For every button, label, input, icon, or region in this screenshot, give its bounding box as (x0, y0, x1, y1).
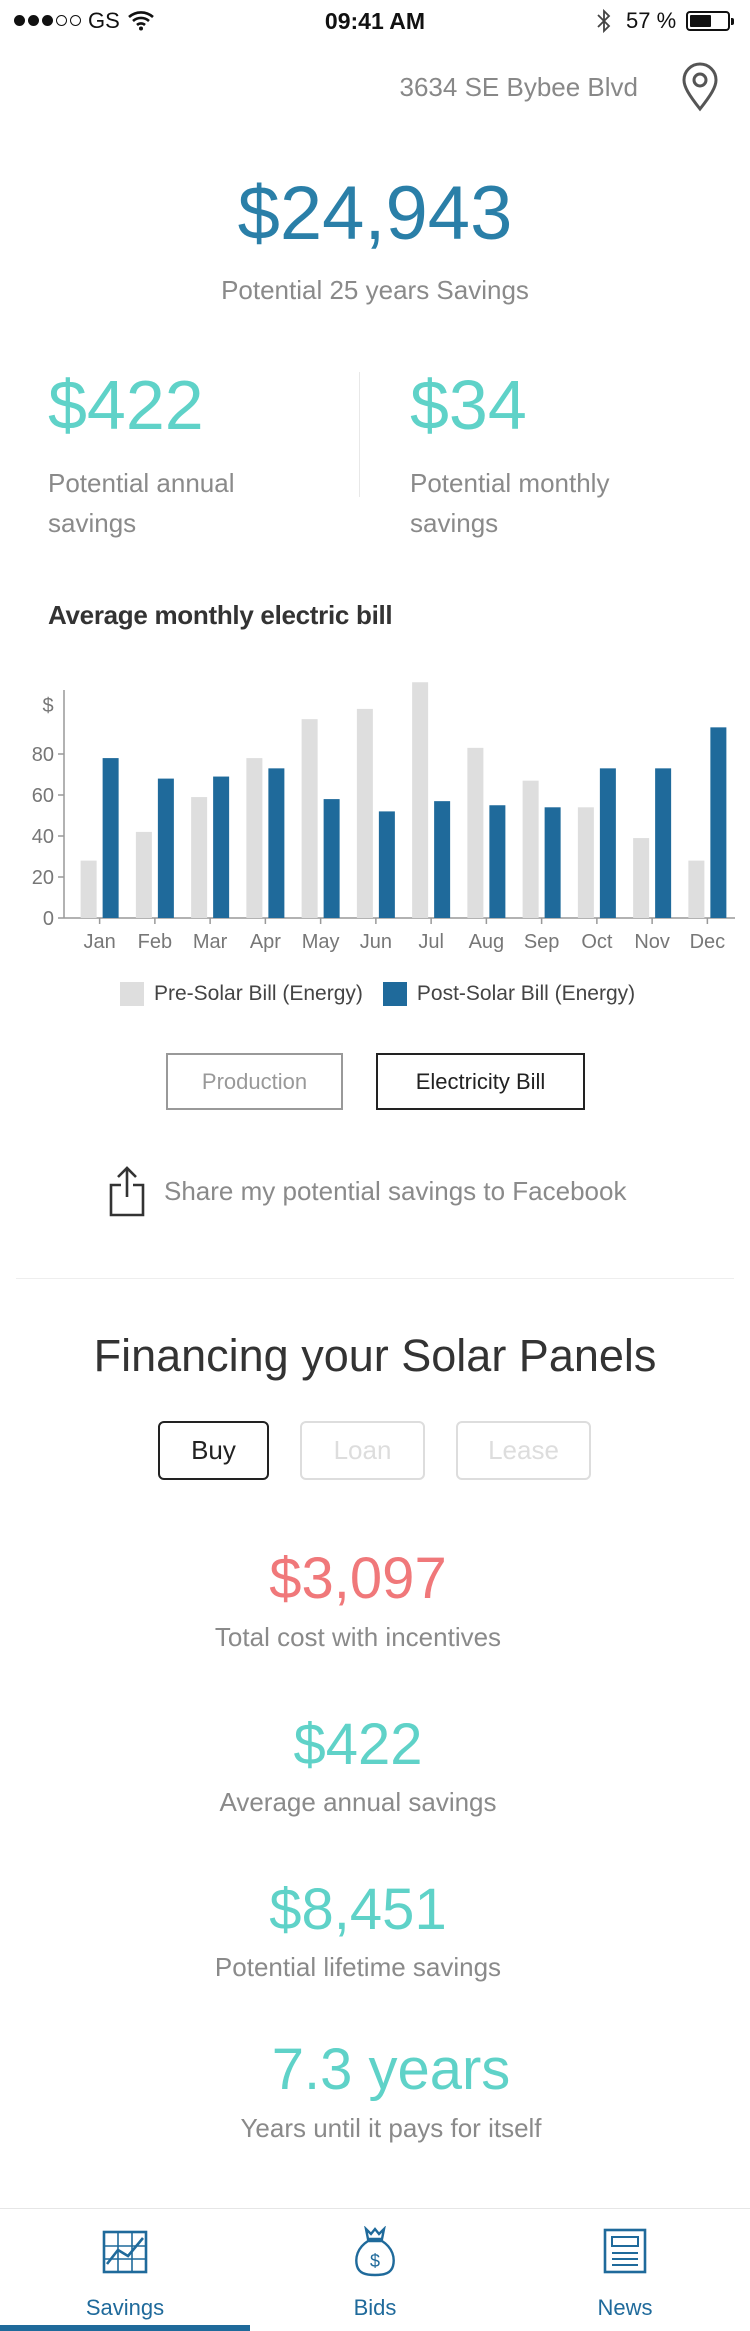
bar-post-solar (268, 768, 285, 918)
bar-post-solar (599, 768, 616, 918)
y-tick-label: 40 (32, 826, 54, 848)
production-button[interactable]: Production (166, 1053, 343, 1110)
monthly-savings-label: Potential monthly savings (410, 468, 610, 538)
bar-post-solar (102, 758, 119, 918)
x-tick-label: Oct (581, 931, 613, 953)
location-pin-icon[interactable] (680, 62, 720, 112)
bar-pre-solar (467, 747, 484, 918)
y-tick-label: 20 (32, 867, 54, 889)
bar-post-solar (710, 727, 727, 918)
x-tick-label: Sep (524, 931, 560, 953)
bar-pre-solar (577, 807, 594, 918)
payback-period-value: 7.3 years (271, 2037, 511, 2102)
y-tick-label: 60 (32, 785, 54, 807)
x-tick-label: Apr (250, 931, 281, 953)
bar-post-solar (489, 805, 506, 918)
monthly-savings-value: $34 (410, 366, 527, 444)
monthly-bill-chart: $0 20 40 60 80 Jan Feb Mar Apr May Jun Jul Aug Sep Oct… (32, 682, 735, 953)
y-tick-label: 0 (43, 908, 54, 930)
address-label: 3634 SE Bybee Blvd (399, 72, 639, 102)
bar-pre-solar (688, 860, 705, 918)
tab-savings-label: Savings (85, 2295, 165, 2320)
lifetime-savings-label: Potential lifetime savings (214, 1952, 502, 1982)
electricity-bill-button[interactable]: Electricity Bill (376, 1053, 585, 1110)
bar-post-solar (655, 768, 672, 918)
chart-title: Average monthly electric bill (48, 600, 393, 630)
tab-savings[interactable]: Savings (0, 2209, 250, 2331)
x-tick-label: Jan (84, 931, 116, 953)
tab-news[interactable]: News (500, 2209, 750, 2331)
loan-option-button[interactable]: Loan (300, 1421, 425, 1480)
x-tick-label: Feb (138, 931, 172, 953)
newspaper-icon (603, 2228, 647, 2274)
bar-pre-solar (356, 708, 373, 918)
bar-pre-solar (412, 682, 429, 918)
total-cost-value: $3,097 (269, 1546, 447, 1611)
average-annual-savings-value: $422 (293, 1712, 423, 1777)
kpi-divider (359, 372, 360, 497)
bar-post-solar (213, 776, 230, 918)
bottom-tab-bar: Savings $ Bids News (0, 2208, 750, 2331)
x-tick-label: May (302, 931, 340, 953)
annual-savings-value: $422 (48, 366, 204, 444)
bar-pre-solar (80, 860, 97, 918)
legend-item-post-solar: Post-Solar Bill (Energy) (382, 982, 636, 1006)
legend-item-pre-solar: Pre-Solar Bill (Energy) (120, 982, 363, 1006)
lease-option-button[interactable]: Lease (456, 1421, 591, 1480)
svg-text:$: $ (370, 2251, 380, 2271)
y-axis-unit-label: $ (42, 695, 53, 717)
battery-percentage: 57 % (626, 8, 677, 33)
share-text: Share my potential savings to Facebook (164, 1175, 627, 1206)
x-tick-label: Aug (469, 931, 505, 953)
battery-icon (686, 11, 734, 31)
status-bar: GS 09:41 AM 57 % (0, 0, 750, 44)
total-cost-label: Total cost with incentives (214, 1622, 502, 1652)
bar-pre-solar (633, 838, 650, 918)
bluetooth-icon (597, 8, 611, 34)
share-facebook-button[interactable]: Share my potential savings to Facebook (108, 1165, 626, 1217)
x-tick-label: Mar (193, 931, 228, 953)
average-annual-savings-label: Average annual savings (219, 1787, 497, 1817)
bar-pre-solar (191, 797, 208, 918)
bar-post-solar (434, 801, 451, 918)
legend-label-pre-solar: Pre-Solar Bill (Energy) (154, 982, 363, 1005)
bar-post-solar (544, 807, 561, 918)
total-savings-value: $24,943 (237, 171, 513, 256)
y-tick-label: 80 (32, 744, 54, 766)
tab-bids-label: Bids (353, 2295, 397, 2320)
legend-swatch-post-solar (382, 982, 407, 1006)
bar-post-solar (378, 811, 395, 918)
tab-news-label: News (597, 2295, 653, 2320)
bar-pre-solar (522, 780, 539, 918)
legend-swatch-pre-solar (120, 982, 144, 1006)
tab-bids[interactable]: $ Bids (250, 2209, 500, 2331)
chart-legend: Pre-Solar Bill (Energy) Post-Solar Bill … (120, 982, 655, 1006)
x-tick-label: Jul (418, 931, 444, 953)
bar-post-solar (323, 799, 340, 918)
annual-savings-label: Potential annual savings (48, 468, 235, 538)
section-divider (16, 1278, 734, 1279)
x-tick-label: Nov (634, 931, 670, 953)
chart-icon (102, 2230, 148, 2274)
share-icon (109, 1166, 145, 1217)
legend-label-post-solar: Post-Solar Bill (Energy) (416, 982, 636, 1005)
bar-pre-solar (301, 719, 318, 918)
financing-title: Financing your Solar Panels (93, 1330, 657, 1381)
money-bag-icon: $ (355, 2226, 395, 2277)
bar-post-solar (157, 778, 174, 918)
total-savings-label: Potential 25 years Savings (221, 275, 529, 305)
buy-option-button[interactable]: Buy (158, 1421, 269, 1480)
active-tab-indicator (0, 2325, 250, 2331)
x-tick-label: Jun (360, 931, 392, 953)
lifetime-savings-value: $8,451 (269, 1877, 447, 1942)
payback-period-label: Years until it pays for itself (240, 2113, 542, 2143)
x-tick-label: Dec (690, 931, 726, 953)
bar-pre-solar (246, 758, 263, 918)
bar-pre-solar (135, 831, 152, 918)
